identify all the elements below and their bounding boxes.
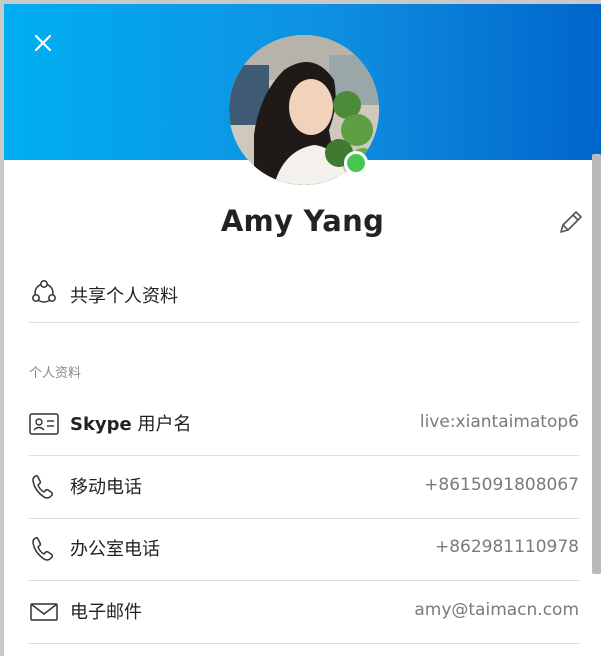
phone-icon — [32, 474, 54, 499]
pencil-icon — [560, 211, 582, 233]
email-value: amy@taimacn.com — [414, 600, 579, 620]
share-icon — [32, 280, 56, 303]
email-label: 电子邮件 — [70, 602, 142, 623]
office-phone-value: +862981110978 — [434, 537, 579, 557]
presence-indicator — [344, 151, 368, 175]
share-profile-label: 共享个人资料 — [70, 286, 178, 307]
edit-button[interactable] — [556, 207, 586, 237]
office-phone-row[interactable]: 办公室电话 +862981110978 — [29, 518, 579, 581]
email-row[interactable]: 电子邮件 amy@taimacn.com — [29, 581, 579, 644]
skype-username-label: Skype 用户名 — [70, 410, 192, 436]
profile-panel: Amy Yang 共享个人资料 个人资料 Skype 用户名 live:xian… — [4, 4, 601, 656]
phone-icon — [32, 536, 54, 561]
mail-icon — [30, 603, 58, 621]
skype-brand: Skype — [70, 414, 132, 435]
close-button[interactable] — [30, 30, 56, 56]
close-icon — [34, 34, 52, 52]
share-profile-button[interactable]: 共享个人资料 — [29, 272, 579, 323]
mobile-phone-label: 移动电话 — [70, 477, 142, 498]
scrollbar[interactable] — [592, 154, 601, 574]
skype-username-value: live:xiantaimatop6 — [419, 412, 579, 432]
mobile-phone-row[interactable]: 移动电话 +8615091808067 — [29, 456, 579, 519]
skype-username-row[interactable]: Skype 用户名 live:xiantaimatop6 — [29, 393, 579, 456]
profile-name: Amy Yang — [220, 204, 385, 238]
username-label-text: 用户名 — [131, 414, 192, 435]
section-title: 个人资料 — [29, 366, 82, 381]
office-phone-label: 办公室电话 — [70, 539, 160, 560]
mobile-phone-value: +8615091808067 — [424, 475, 579, 495]
id-card-icon — [29, 413, 59, 435]
avatar[interactable] — [229, 35, 379, 185]
